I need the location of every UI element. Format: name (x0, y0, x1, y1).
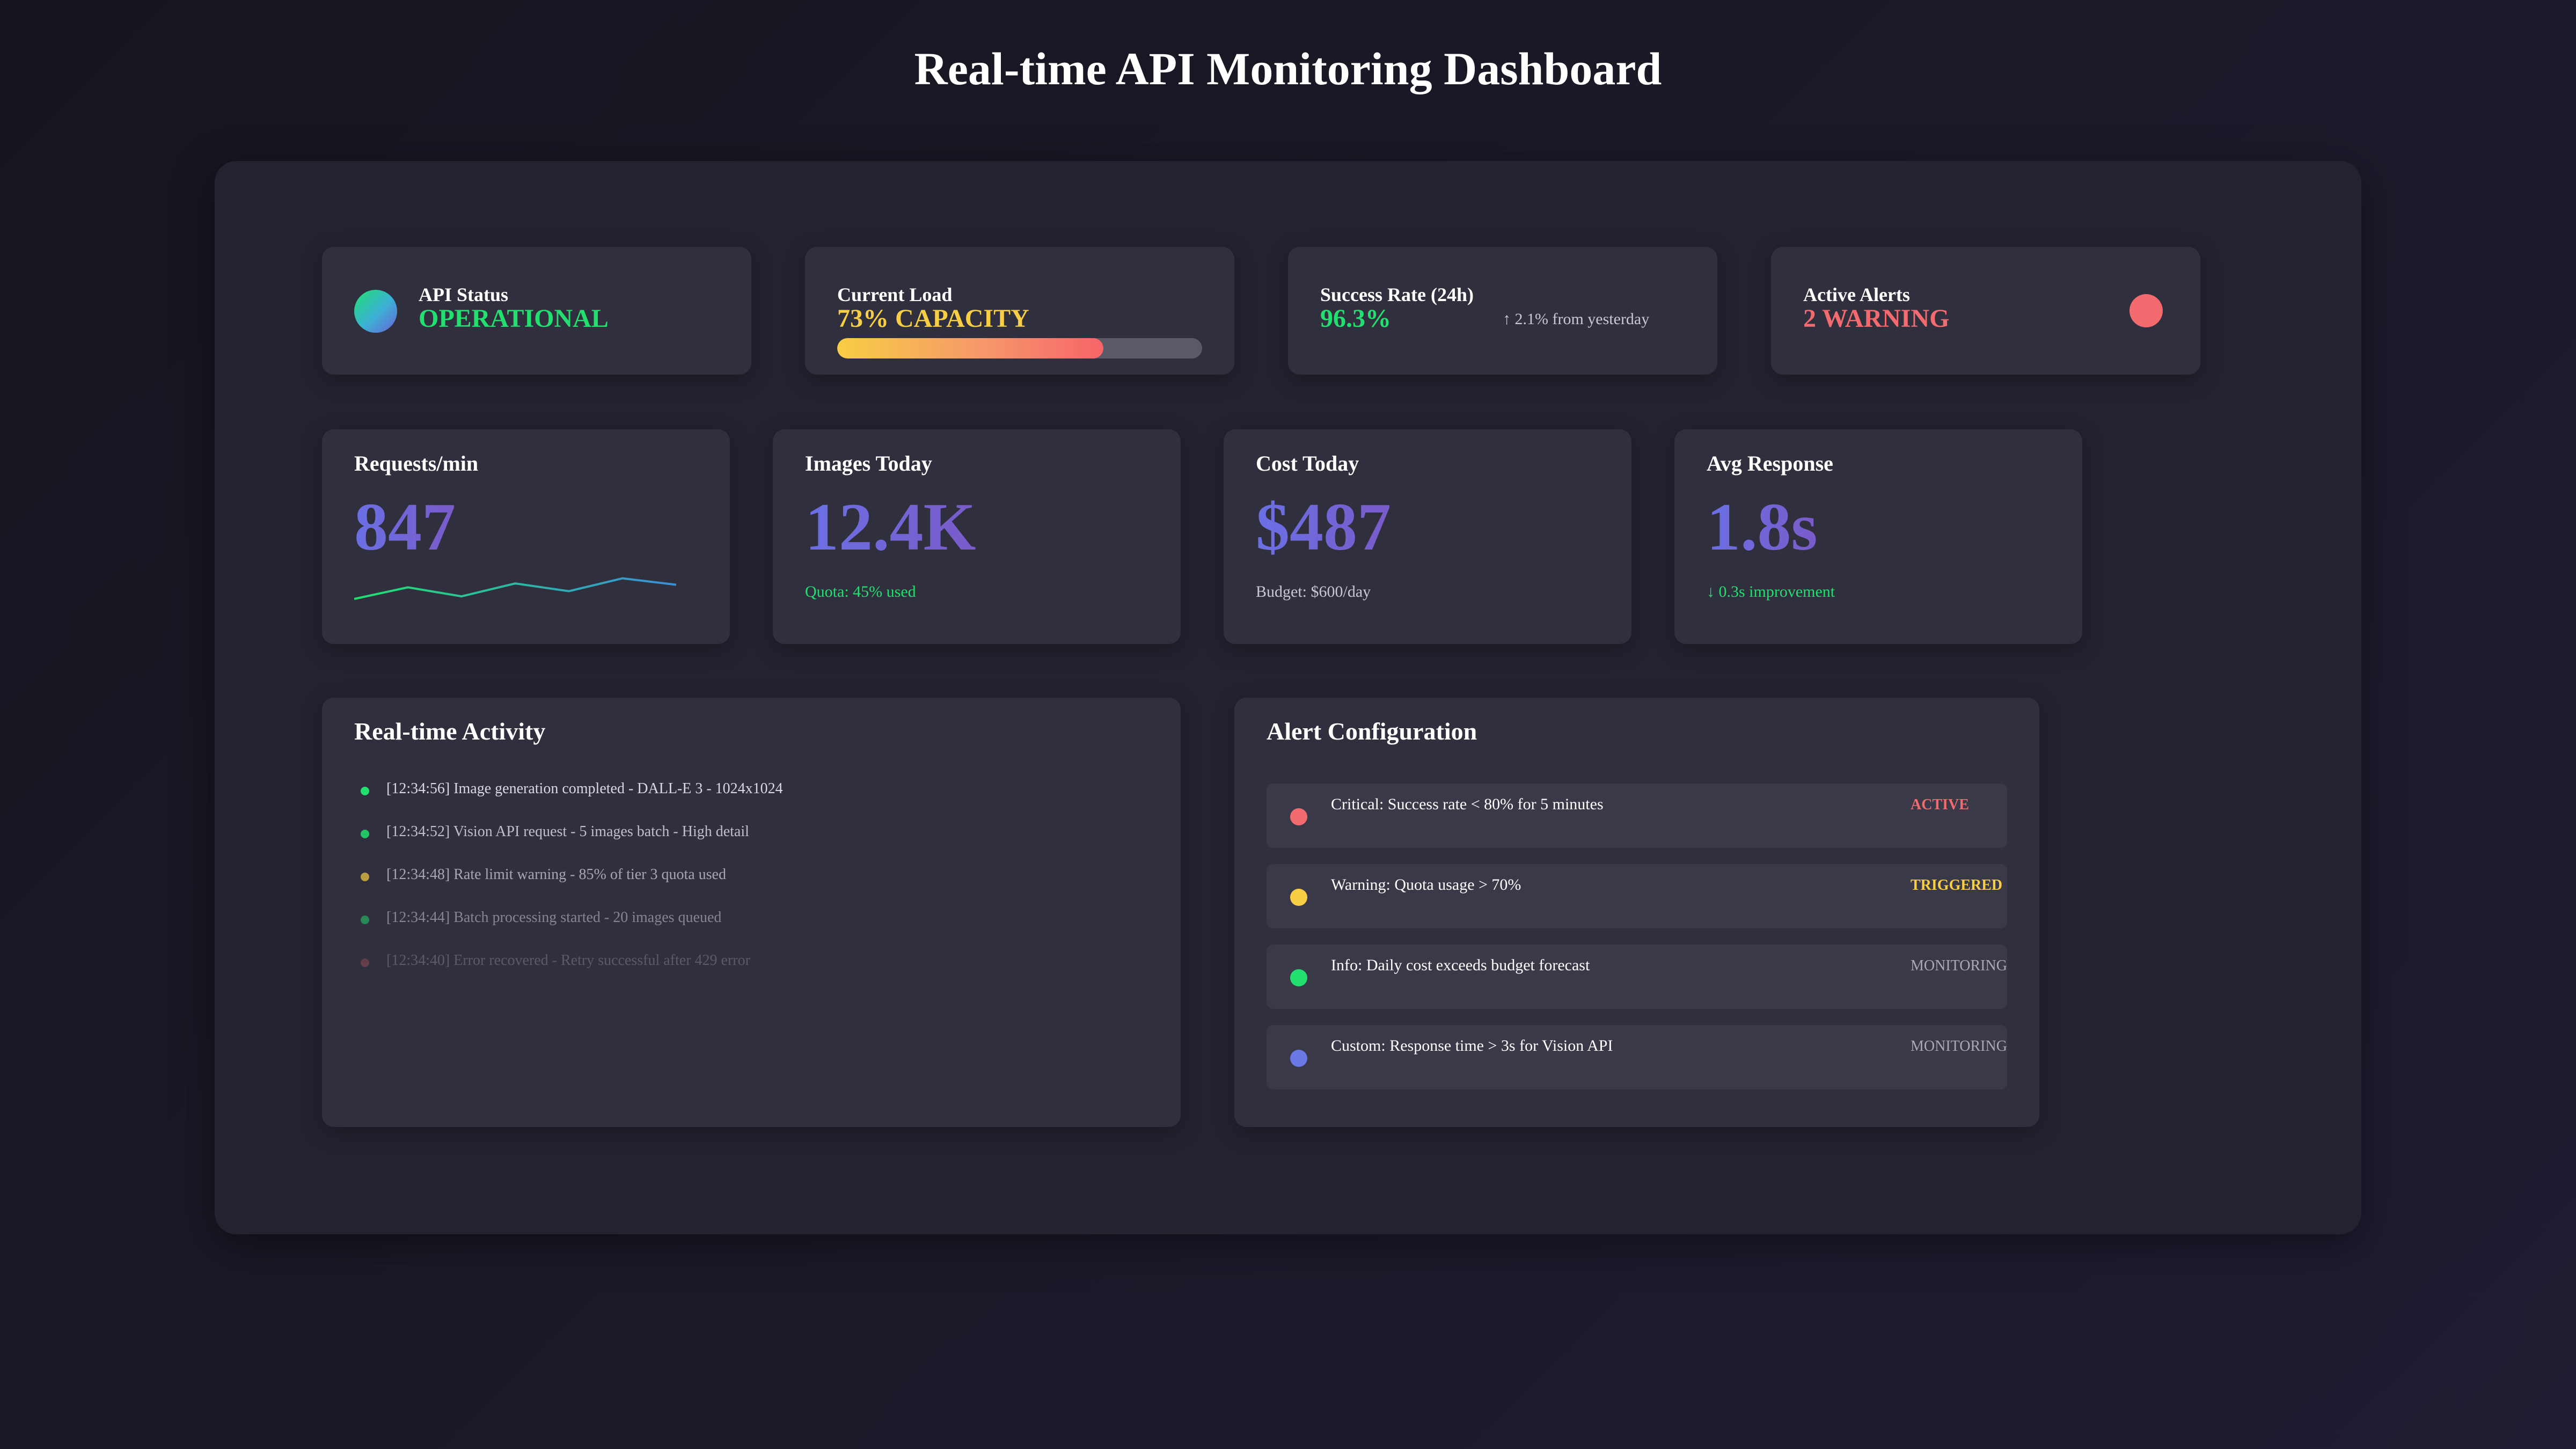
critical-dot-icon (1290, 808, 1307, 825)
alert-rule-critical[interactable]: Critical: Success rate < 80% for 5 minut… (1267, 784, 2007, 848)
api-status-card[interactable]: API Status OPERATIONAL (322, 247, 751, 375)
requests-sparkline (354, 577, 676, 600)
alert-rule-state: MONITORING (1911, 957, 2007, 974)
activity-item[interactable]: [12:34:40] Error recovered - Retry succe… (354, 950, 1159, 993)
alert-rule-state: TRIGGERED (1911, 877, 2003, 894)
requests-sparkline-line (354, 577, 676, 600)
alert-rule-state: ACTIVE (1911, 796, 1969, 813)
activity-status-dot-icon (361, 787, 369, 795)
alert-rule-text: Info: Daily cost exceeds budget forecast (1331, 956, 1590, 974)
images-quota-note: Quota: 45% used (805, 583, 916, 601)
success-rate-value: 96.3% (1320, 304, 1391, 333)
alert-configuration-panel: Alert Configuration Critical: Success ra… (1234, 698, 2039, 1127)
cost-today-card[interactable]: Cost Today $487 Budget: $600/day (1224, 429, 1631, 644)
images-today-card[interactable]: Images Today 12.4K Quota: 45% used (773, 429, 1181, 644)
alert-rule-warning[interactable]: Warning: Quota usage > 70% TRIGGERED (1267, 864, 2007, 928)
success-rate-label: Success Rate (24h) (1320, 284, 1474, 305)
activity-title: Real-time Activity (354, 718, 546, 745)
activity-text: [12:34:56] Image generation completed - … (386, 780, 783, 797)
images-label: Images Today (805, 451, 932, 475)
active-alerts-card[interactable]: Active Alerts 2 WARNING (1771, 247, 2200, 375)
custom-dot-icon (1290, 1050, 1307, 1067)
status-indicator-icon (354, 290, 397, 333)
activity-list: [12:34:56] Image generation completed - … (354, 778, 1159, 993)
activity-status-dot-icon (361, 916, 369, 924)
active-alerts-label: Active Alerts (1803, 284, 1910, 305)
current-load-card[interactable]: Current Load 73% CAPACITY (805, 247, 1234, 375)
load-progress-fill (837, 338, 1104, 358)
info-dot-icon (1290, 969, 1307, 986)
activity-status-dot-icon (361, 830, 369, 838)
activity-item[interactable]: [12:34:44] Batch processing started - 20… (354, 907, 1159, 950)
alert-rule-text: Warning: Quota usage > 70% (1331, 876, 1521, 894)
avg-response-card[interactable]: Avg Response 1.8s ↓ 0.3s improvement (1674, 429, 2082, 644)
cost-label: Cost Today (1256, 451, 1359, 475)
activity-text: [12:34:52] Vision API request - 5 images… (386, 823, 749, 840)
activity-status-dot-icon (361, 958, 369, 967)
alert-rule-text: Custom: Response time > 3s for Vision AP… (1331, 1037, 1613, 1055)
alert-rule-custom[interactable]: Custom: Response time > 3s for Vision AP… (1267, 1025, 2007, 1089)
current-load-value: 73% CAPACITY (837, 304, 1029, 333)
activity-item[interactable]: [12:34:52] Vision API request - 5 images… (354, 821, 1159, 864)
activity-text: [12:34:48] Rate limit warning - 85% of t… (386, 866, 726, 883)
load-progress-bar (837, 338, 1202, 358)
alert-indicator-icon (2129, 294, 2163, 327)
images-value: 12.4K (805, 490, 976, 565)
api-status-value: OPERATIONAL (419, 304, 609, 333)
realtime-activity-panel: Real-time Activity [12:34:56] Image gene… (322, 698, 1181, 1127)
cost-value: $487 (1256, 490, 1391, 565)
activity-item[interactable]: [12:34:48] Rate limit warning - 85% of t… (354, 864, 1159, 907)
response-value: 1.8s (1707, 490, 1818, 565)
alert-rule-text: Critical: Success rate < 80% for 5 minut… (1331, 795, 1604, 813)
requests-value: 847 (354, 490, 456, 565)
response-improvement-note: ↓ 0.3s improvement (1707, 583, 1835, 601)
requests-label: Requests/min (354, 451, 479, 475)
success-rate-card[interactable]: Success Rate (24h) 96.3% ↑ 2.1% from yes… (1288, 247, 1717, 375)
current-load-label: Current Load (837, 284, 953, 305)
alert-rule-state: MONITORING (1911, 1038, 2007, 1055)
api-status-label: API Status (419, 284, 509, 305)
alert-config-title: Alert Configuration (1267, 718, 1477, 745)
activity-text: [12:34:40] Error recovered - Retry succe… (386, 952, 750, 969)
requests-per-min-card[interactable]: Requests/min 847 (322, 429, 730, 644)
response-label: Avg Response (1707, 451, 1833, 475)
success-rate-trend: ↑ 2.1% from yesterday (1503, 310, 1650, 328)
activity-text: [12:34:44] Batch processing started - 20… (386, 909, 722, 926)
page-title: Real-time API Monitoring Dashboard (914, 43, 1662, 94)
active-alerts-value: 2 WARNING (1803, 304, 1950, 333)
activity-status-dot-icon (361, 873, 369, 881)
activity-item[interactable]: [12:34:56] Image generation completed - … (354, 778, 1159, 821)
cost-budget-note: Budget: $600/day (1256, 583, 1371, 601)
alert-rule-info[interactable]: Info: Daily cost exceeds budget forecast… (1267, 945, 2007, 1009)
warning-dot-icon (1290, 889, 1307, 906)
